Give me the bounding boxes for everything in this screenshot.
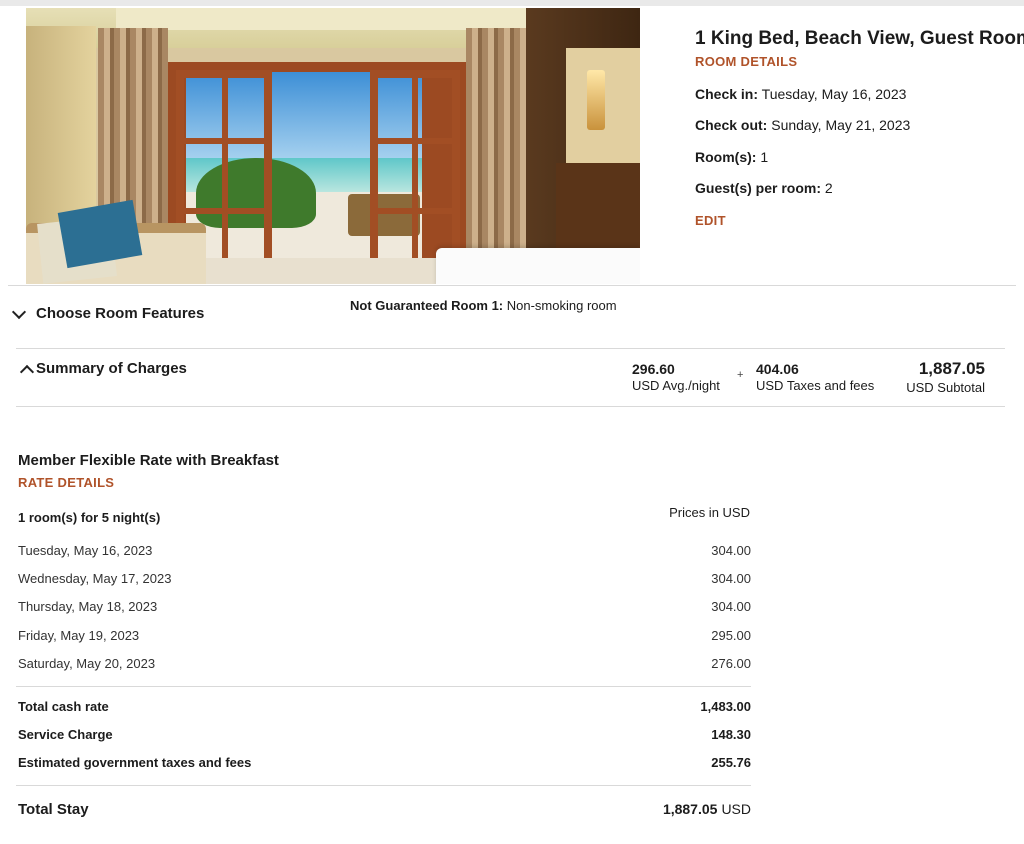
taxes-fees-row: Estimated government taxes and fees 255.… [18,755,751,770]
total-stay-label: Total Stay [18,801,89,818]
not-guaranteed-label: Not Guaranteed Room 1: [350,298,504,313]
guests-value: 2 [824,180,833,196]
service-charge-row: Service Charge 148.30 [18,727,751,742]
summary-of-charges-label: Summary of Charges [36,360,187,377]
subtotal-value: 1,887.05 [918,359,985,378]
taxes-value: 404.06 [756,361,799,377]
check-in-line: Check in: Tuesday, May 16, 2023 [695,86,906,102]
night-price: 304.00 [711,543,751,558]
summary-of-charges-toggle[interactable]: Summary of Charges [18,360,187,379]
night-price: 295.00 [711,628,751,643]
night-date: Wednesday, May 17, 2023 [18,571,172,586]
subtotal-label: USD Subtotal [906,380,985,395]
not-guaranteed-note: Not Guaranteed Room 1: Non-smoking room [350,298,617,313]
room-details-link[interactable]: ROOM DETAILS [695,54,797,69]
rate-name: Member Flexible Rate with Breakfast [18,452,279,469]
taxes-fees-value: 255.76 [711,755,751,770]
prices-in-label: Prices in USD [669,505,750,520]
guests-label: Guest(s) per room: [695,180,822,196]
rooms-line: Room(s): 1 [695,149,768,165]
check-out-value: Sunday, May 21, 2023 [771,117,911,133]
total-stay-currency: USD [721,801,751,817]
taxes-label: USD Taxes and fees [756,378,875,393]
night-price: 304.00 [711,599,751,614]
total-stay-row: Total Stay 1,887.05 USD [18,801,751,818]
chevron-down-icon [11,304,27,319]
rooms-value: 1 [760,149,769,165]
night-date: Saturday, May 20, 2023 [18,656,156,671]
night-date: Thursday, May 18, 2023 [18,599,158,614]
check-out-line: Check out: Sunday, May 21, 2023 [695,117,910,133]
divider [8,285,1016,286]
total-cash-rate-value: 1,483.00 [700,699,751,714]
chevron-up-icon [19,364,35,379]
night-price: 304.00 [711,571,751,586]
check-in-value: Tuesday, May 16, 2023 [761,86,907,102]
plus-sign: + [737,369,744,381]
rate-details-link[interactable]: RATE DETAILS [18,475,114,490]
total-cash-rate-label: Total cash rate [18,699,109,714]
night-date: Tuesday, May 16, 2023 [18,543,153,558]
divider [16,348,1005,349]
divider [16,686,751,687]
top-divider [0,0,1024,6]
service-charge-value: 148.30 [711,727,751,742]
taxes-fees-label: Estimated government taxes and fees [18,755,252,770]
room-photo [26,8,640,284]
service-charge-label: Service Charge [18,727,113,742]
subtotal-stat: 1,887.05 USD Subtotal [906,359,985,395]
total-stay-amount: 1,887.05 USD [663,801,751,818]
edit-link[interactable]: EDIT [695,213,726,228]
guests-line: Guest(s) per room: 2 [695,180,833,196]
choose-room-features-label: Choose Room Features [36,305,205,322]
room-title: 1 King Bed, Beach View, Guest Room [695,28,1024,49]
nightly-rate-row: Friday, May 19, 2023 295.00 [18,628,751,643]
taxes-stat: 404.06 USD Taxes and fees [756,361,874,393]
avg-night-value: 296.60 [632,361,675,377]
rooms-label: Room(s): [695,149,757,165]
nightly-rate-row: Thursday, May 18, 2023 304.00 [18,599,751,614]
check-in-label: Check in: [695,86,759,102]
night-date: Friday, May 19, 2023 [18,628,140,643]
nightly-rate-row: Wednesday, May 17, 2023 304.00 [18,571,751,586]
avg-night-stat: 296.60 USD Avg./night [632,361,720,393]
night-price: 276.00 [711,656,751,671]
nightly-rate-row: Saturday, May 20, 2023 276.00 [18,656,751,671]
total-stay-value: 1,887.05 [662,801,718,817]
divider [16,785,751,786]
nightly-rate-row: Tuesday, May 16, 2023 304.00 [18,543,751,558]
not-guaranteed-value: Non-smoking room [506,298,617,313]
avg-night-label: USD Avg./night [632,378,720,393]
divider [16,406,1005,407]
total-cash-rate-row: Total cash rate 1,483.00 [18,699,751,714]
rooms-nights-label: 1 room(s) for 5 night(s) [18,510,161,525]
choose-room-features-toggle[interactable]: Choose Room Features [11,304,205,322]
check-out-label: Check out: [695,117,768,133]
